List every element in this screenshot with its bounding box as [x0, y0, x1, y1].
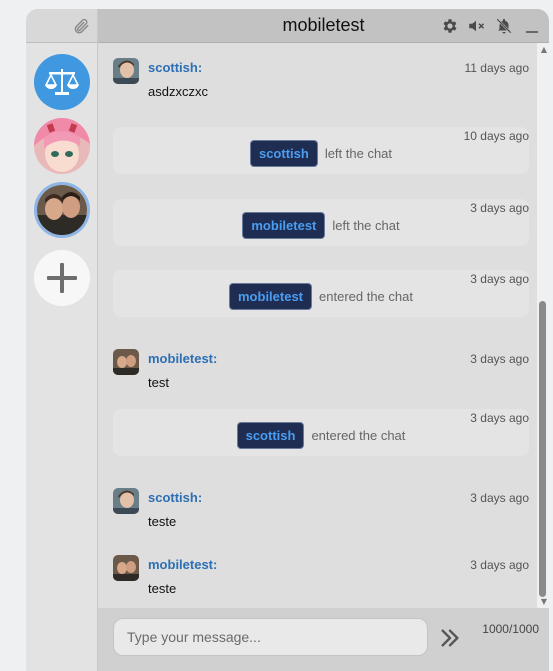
- message-author[interactable]: mobiletest:: [148, 351, 217, 366]
- message-author[interactable]: mobiletest:: [148, 557, 217, 572]
- system-event: 10 days ago scottish left the chat: [113, 127, 529, 174]
- notification-off-icon[interactable]: [495, 17, 513, 35]
- add-server-button[interactable]: [34, 250, 90, 306]
- event-text: left the chat: [324, 146, 393, 161]
- sidebar-top-bar: [26, 9, 97, 43]
- message-text: asdzxczxc: [148, 84, 208, 99]
- message-time: 3 days ago: [470, 491, 529, 505]
- minimize-icon[interactable]: [523, 17, 541, 35]
- volume-mute-icon[interactable]: [467, 17, 485, 35]
- gear-icon[interactable]: [441, 17, 459, 35]
- anime-avatar: [34, 118, 90, 174]
- message-time: 3 days ago: [470, 352, 529, 366]
- user-pill[interactable]: scottish: [236, 422, 305, 449]
- event-text: entered the chat: [319, 289, 413, 304]
- send-icon[interactable]: [439, 627, 461, 649]
- user-avatar: [113, 349, 139, 375]
- message-time: 3 days ago: [470, 558, 529, 572]
- message-item: scottish: 3 days ago teste: [113, 488, 529, 534]
- user-pill[interactable]: scottish: [249, 140, 318, 167]
- system-event: 3 days ago mobiletest left the chat: [113, 199, 529, 246]
- user-pill[interactable]: mobiletest: [229, 283, 313, 310]
- server-group-avatar[interactable]: [34, 182, 90, 238]
- system-event: 3 days ago mobiletest entered the chat: [113, 270, 529, 317]
- message-item: scottish: 11 days ago asdzxczxc: [113, 58, 529, 104]
- message-item: mobiletest: 3 days ago test: [113, 349, 529, 395]
- message-item: mobiletest: 3 days ago teste: [113, 555, 529, 601]
- scrollbar-thumb[interactable]: [539, 301, 546, 597]
- message-author[interactable]: scottish:: [148, 60, 202, 75]
- message-text: test: [148, 375, 169, 390]
- scrollbar[interactable]: ▲ ▼: [537, 43, 549, 608]
- scroll-down-arrow[interactable]: ▼: [541, 597, 547, 606]
- event-text: left the chat: [332, 218, 400, 233]
- server-sidebar: [26, 9, 98, 671]
- message-author[interactable]: scottish:: [148, 490, 202, 505]
- event-text: entered the chat: [311, 428, 406, 443]
- paperclip-icon[interactable]: [72, 16, 90, 36]
- user-avatar: [113, 488, 139, 514]
- user-avatar: [113, 58, 139, 84]
- server-scales[interactable]: [34, 54, 90, 110]
- chat-window: mobiletest scottish: 11 days ago asdzxcz…: [26, 9, 549, 671]
- server-anime-avatar[interactable]: [34, 118, 90, 174]
- message-time: 11 days ago: [464, 61, 530, 75]
- message-list[interactable]: scottish: 11 days ago asdzxczxc 10 days …: [98, 43, 549, 608]
- message-text: teste: [148, 514, 177, 529]
- user-pill[interactable]: mobiletest: [242, 212, 326, 239]
- group-avatar: [37, 185, 87, 235]
- message-text: teste: [148, 581, 177, 596]
- message-input[interactable]: [113, 618, 428, 656]
- system-event: 3 days ago scottish entered the chat: [113, 409, 529, 456]
- plus-icon: [47, 263, 77, 293]
- user-avatar: [113, 555, 139, 581]
- chat-header: mobiletest: [98, 9, 549, 43]
- message-composer: 1000/1000: [98, 608, 549, 671]
- scroll-up-arrow[interactable]: ▲: [541, 45, 547, 54]
- scales-icon: [45, 69, 79, 95]
- character-counter: 1000/1000: [482, 622, 539, 636]
